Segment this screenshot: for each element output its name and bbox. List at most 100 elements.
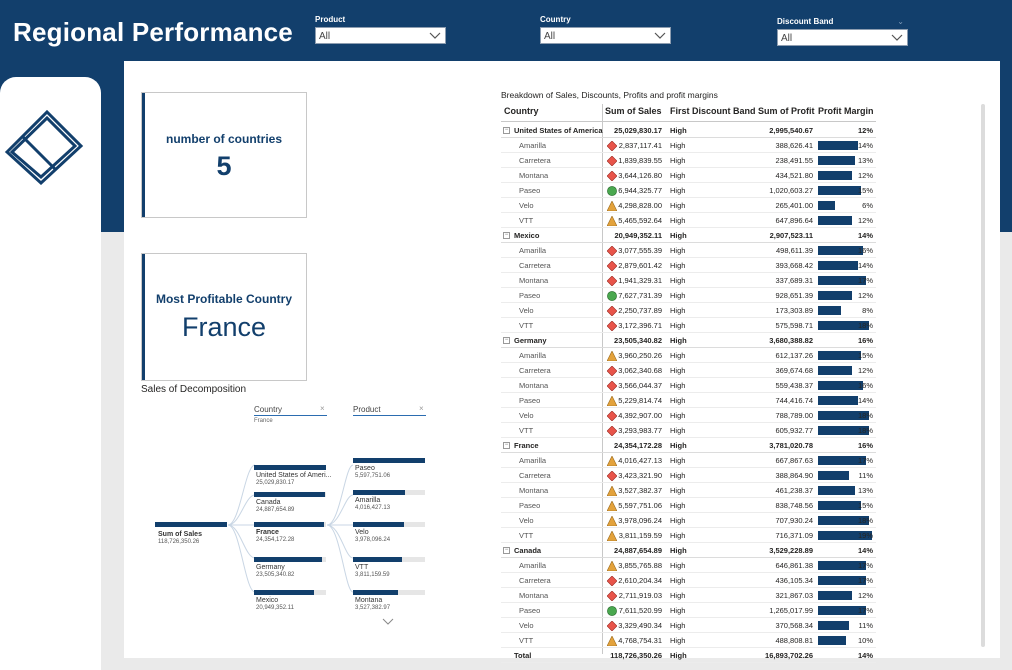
table-row[interactable]: Amarilla 3,855,765.88 High 646,861.38 17%	[501, 558, 876, 573]
slicer-value: All	[544, 31, 556, 42]
table-row[interactable]: Montana 2,711,919.03 High 321,867.03 12%	[501, 588, 876, 603]
cell-discount-band: High	[670, 351, 686, 360]
cell-discount-band: High	[670, 606, 686, 615]
table-row[interactable]: Paseo 5,597,751.06 High 838,748.56 15%	[501, 498, 876, 513]
cell-profit-margin: 18%	[857, 411, 873, 420]
node-bar	[254, 557, 322, 562]
col-header-profit-margin[interactable]: Profit Margin	[818, 106, 874, 116]
table-row[interactable]: Amarilla 2,837,117.41 High 388,626.41 14%	[501, 138, 876, 153]
cell-profit-margin: 17%	[857, 606, 873, 615]
col-header-discount-band[interactable]: First Discount Band	[670, 106, 756, 116]
table-row[interactable]: Carretera 3,423,321.90 High 388,864.90 11%	[501, 468, 876, 483]
col-header-country[interactable]: Country	[504, 106, 539, 116]
table-group-row[interactable]: − United States of America 25,029,830.17 Hi…	[501, 123, 876, 138]
table-row[interactable]: VTT 5,465,592.64 High 647,896.64 12%	[501, 213, 876, 228]
chevron-down-icon[interactable]	[382, 618, 394, 626]
country-dropdown[interactable]: All	[540, 27, 671, 44]
table-row[interactable]: Carretera 2,610,204.34 High 436,105.34 17%	[501, 573, 876, 588]
table-row[interactable]: Velo 3,978,096.24 High 707,930.24 18%	[501, 513, 876, 528]
slicer-label: Discount Band	[777, 17, 834, 26]
margin-bar	[818, 366, 852, 375]
cell-profit: 2,907,523.11	[769, 231, 813, 240]
page-title: Regional Performance	[13, 17, 293, 47]
table-row[interactable]: Montana 3,644,126.80 High 434,521.80 12%	[501, 168, 876, 183]
table-group-row[interactable]: − Germany 23,505,340.82 High 3,680,388.82 16%	[501, 333, 876, 348]
cell-sales: 25,029,830.17	[614, 126, 662, 135]
col-header-sales[interactable]: Sum of Sales	[605, 106, 662, 116]
margin-bar	[818, 261, 858, 270]
green-circle-icon	[607, 606, 617, 616]
cell-country: Carretera	[519, 471, 551, 480]
yellow-triangle-icon	[607, 486, 617, 496]
collapse-icon[interactable]: −	[503, 442, 510, 449]
header-divider	[501, 121, 876, 122]
card-label: number of countries	[165, 132, 282, 146]
collapse-icon[interactable]: −	[503, 547, 510, 554]
cell-country: Montana	[519, 276, 549, 285]
yellow-triangle-icon	[607, 456, 617, 466]
table-scrollbar[interactable]	[981, 104, 985, 647]
table-row[interactable]: Paseo 6,944,325.77 High 1,020,603.27 15%	[501, 183, 876, 198]
cell-profit-margin: 14%	[857, 651, 873, 660]
cell-discount-band: High	[670, 531, 686, 540]
collapse-icon[interactable]: −	[503, 127, 510, 134]
table-row[interactable]: Montana 1,941,329.31 High 337,689.31 17%	[501, 273, 876, 288]
discount-band-dropdown[interactable]: All	[777, 29, 908, 46]
red-diamond-icon	[607, 471, 617, 481]
table-row[interactable]: Velo 4,298,828.00 High 265,401.00 6%	[501, 198, 876, 213]
cell-discount-band: High	[670, 621, 686, 630]
cell-country: Paseo	[519, 606, 541, 615]
table-row[interactable]: Velo 3,329,490.34 High 370,568.34 11%	[501, 618, 876, 633]
table-row[interactable]: VTT 3,172,396.71 High 575,598.71 18%	[501, 318, 876, 333]
red-diamond-icon	[607, 591, 617, 601]
cell-discount-band: High	[670, 501, 686, 510]
cell-discount-band: High	[670, 576, 686, 585]
table-row[interactable]: Carretera 2,879,601.42 High 393,668.42 14%	[501, 258, 876, 273]
cell-country: Montana	[519, 486, 549, 495]
margin-bar	[818, 381, 863, 390]
node-bar	[254, 492, 325, 497]
table-row[interactable]: Velo 2,250,737.89 High 173,303.89 8%	[501, 303, 876, 318]
table-group-row[interactable]: − Mexico 20,949,352.11 High 2,907,523.11 14%	[501, 228, 876, 243]
cell-profit: 461,238.37	[775, 486, 813, 495]
cell-profit: 173,303.89	[775, 306, 813, 315]
table-row[interactable]: Amarilla 4,016,427.13 High 667,867.63 17%	[501, 453, 876, 468]
table-row[interactable]: Amarilla 3,077,555.39 High 498,611.39 16%	[501, 243, 876, 258]
collapse-icon[interactable]: −	[503, 232, 510, 239]
node-value: 5,597,751.06	[355, 473, 391, 479]
margin-bar	[818, 246, 863, 255]
close-icon[interactable]: ×	[419, 404, 424, 413]
margin-bar	[818, 216, 852, 225]
cell-country: VTT	[519, 426, 534, 435]
node-bar	[353, 490, 405, 495]
table-row[interactable]: Amarilla 3,960,250.26 High 612,137.26 15%	[501, 348, 876, 363]
table-row[interactable]: Paseo 7,611,520.99 High 1,265,017.99 17%	[501, 603, 876, 618]
table-group-row[interactable]: − France 24,354,172.28 High 3,781,020.78 16%	[501, 438, 876, 453]
cell-profit: 2,995,540.67	[769, 126, 813, 135]
table-row[interactable]: VTT 4,768,754.31 High 488,808.81 10%	[501, 633, 876, 648]
cell-discount-band: High	[670, 141, 686, 150]
table-total-row[interactable]: Total 118,726,350.26 High 16,893,702.26 14%	[501, 648, 876, 663]
cell-discount-band: High	[670, 456, 686, 465]
table-row[interactable]: Montana 3,527,382.37 High 461,238.37 13%	[501, 483, 876, 498]
table-row[interactable]: Velo 4,392,907.00 High 788,789.00 18%	[501, 408, 876, 423]
cell-sales: 2,711,919.03	[618, 591, 662, 600]
product-dropdown[interactable]: All	[315, 27, 446, 44]
level-header-product[interactable]: Product	[353, 405, 381, 414]
node-bar	[353, 522, 404, 527]
table-row[interactable]: Carretera 1,839,839.55 High 238,491.55 13%	[501, 153, 876, 168]
table-row[interactable]: Paseo 7,627,731.39 High 928,651.39 12%	[501, 288, 876, 303]
cell-sales: 2,610,204.34	[618, 576, 662, 585]
col-header-profit[interactable]: Sum of Profit	[758, 106, 815, 116]
table-row[interactable]: Montana 3,566,044.37 High 559,438.37 16%	[501, 378, 876, 393]
table-row[interactable]: Paseo 5,229,814.74 High 744,416.74 14%	[501, 393, 876, 408]
table-row[interactable]: Carretera 3,062,340.68 High 369,674.68 12%	[501, 363, 876, 378]
table-group-row[interactable]: − Canada 24,887,654.89 High 3,529,228.89 14%	[501, 543, 876, 558]
level-header-country[interactable]: Country	[254, 405, 282, 414]
table-row[interactable]: VTT 3,811,159.59 High 716,371.09 19%	[501, 528, 876, 543]
cell-sales: 118,726,350.26	[610, 651, 662, 660]
cell-sales: 5,597,751.06	[618, 501, 662, 510]
table-row[interactable]: VTT 3,293,983.77 High 605,932.77 18%	[501, 423, 876, 438]
close-icon[interactable]: ×	[320, 404, 325, 413]
collapse-icon[interactable]: −	[503, 337, 510, 344]
